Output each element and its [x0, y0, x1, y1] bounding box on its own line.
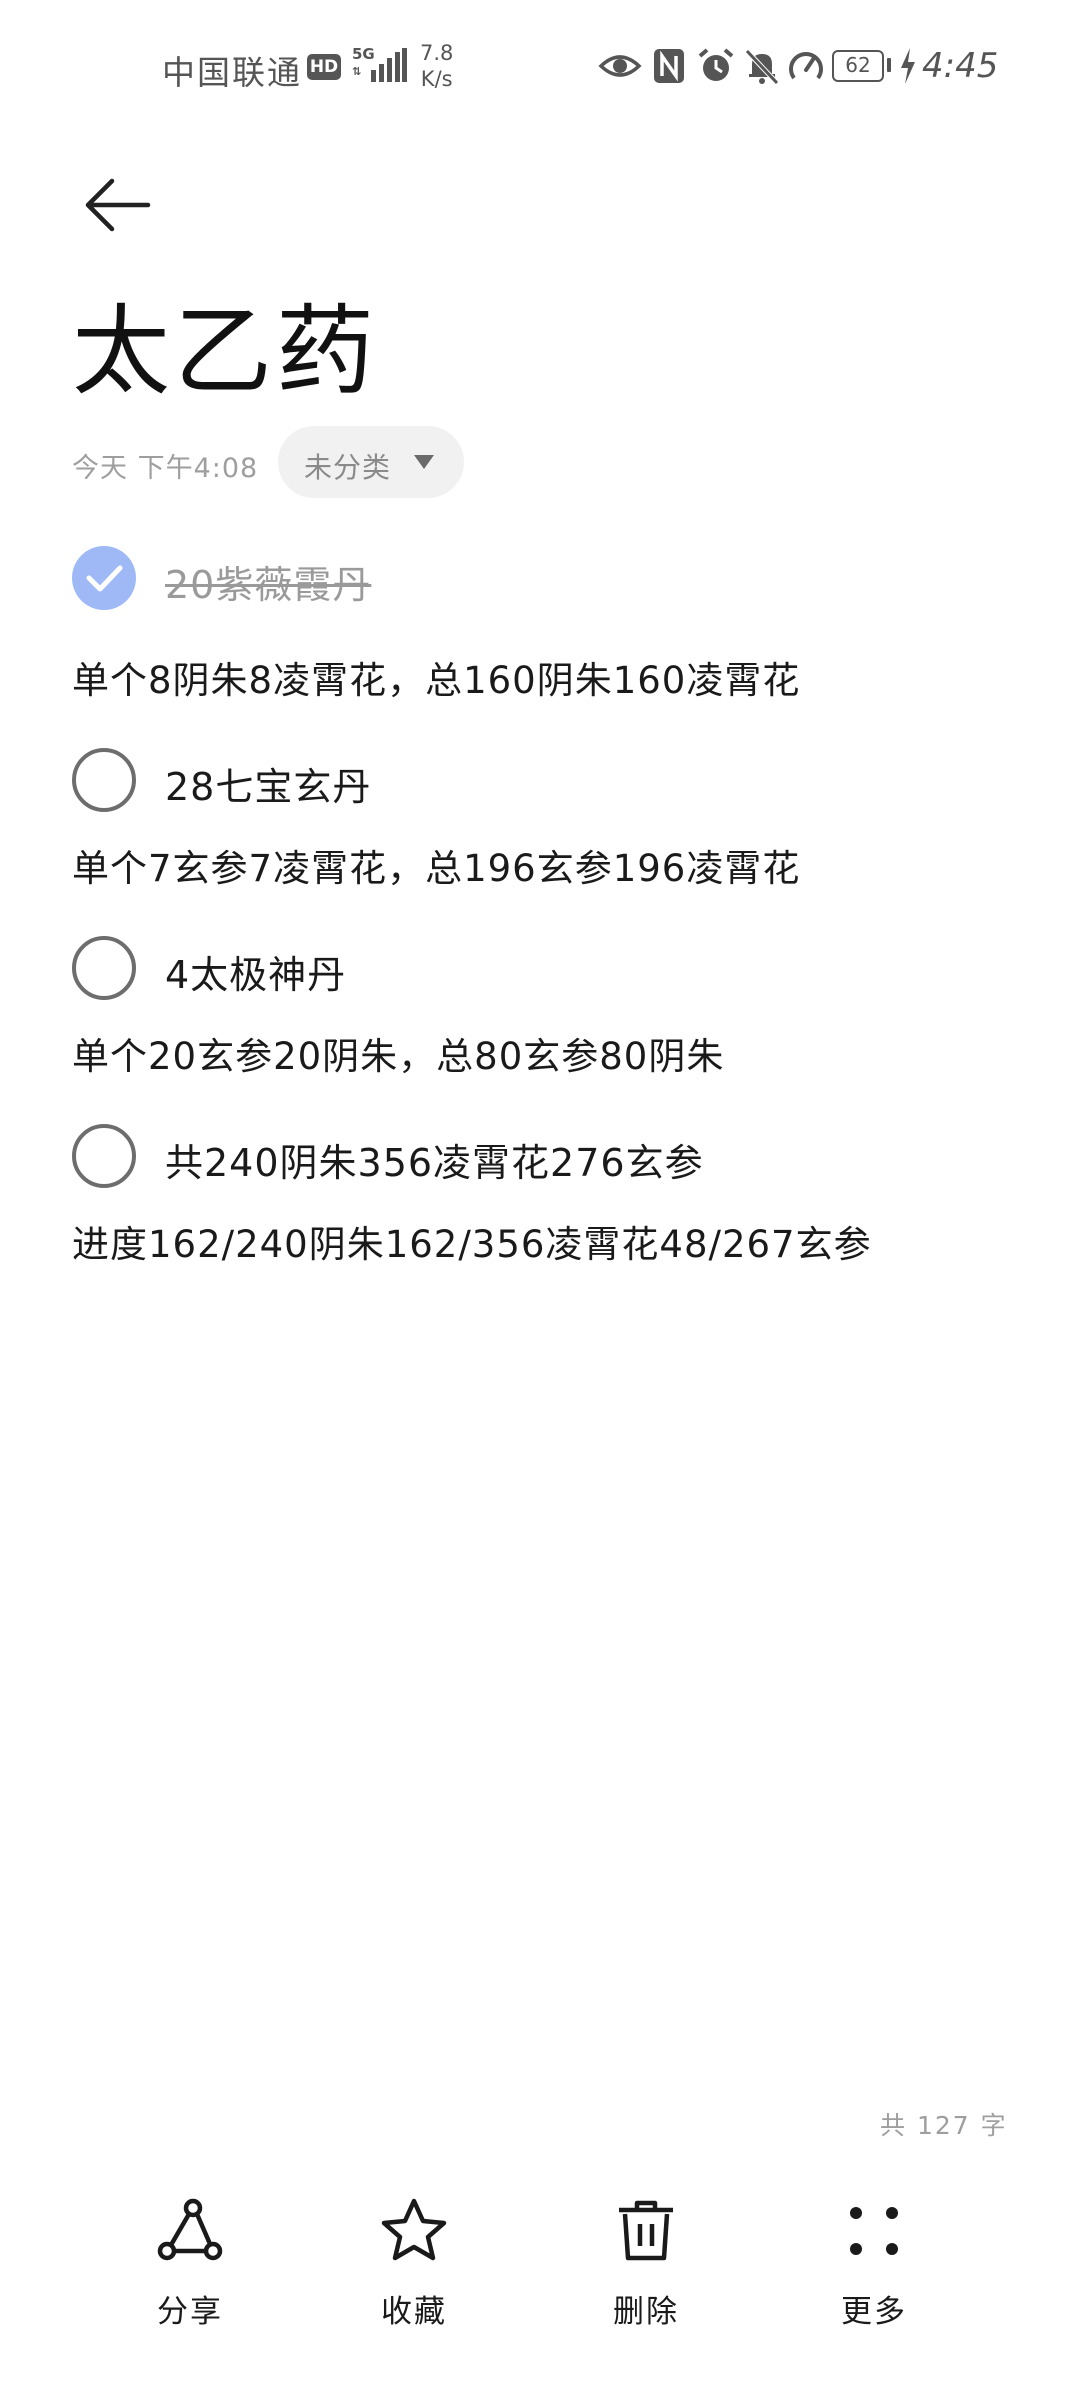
more-dots-icon — [850, 2207, 898, 2255]
carrier-name: 中国联通 — [162, 53, 302, 92]
more-button[interactable]: 更多 — [804, 2190, 944, 2370]
more-label: 更多 — [841, 2294, 907, 2330]
delete-label: 删除 — [613, 2294, 679, 2330]
note-detail-screen: 中国联通 HD 5G ⇅ 7.8 K/s 62 4:45 太乙药 今天 下午4:… — [0, 0, 1080, 2400]
hd-badge: HD — [307, 54, 341, 80]
note-date: 今天 下午4:08 — [72, 453, 259, 484]
speedometer-icon — [789, 52, 823, 80]
alarm-icon — [698, 48, 734, 81]
nfc-icon — [654, 49, 684, 83]
delete-button[interactable]: 删除 — [576, 2190, 716, 2370]
share-label: 分享 — [157, 2294, 223, 2330]
note-body-line[interactable]: 单个8阴朱8凌霄花，总160阴朱160凌霄花 — [72, 650, 800, 704]
checklist-item-text[interactable]: 20紫薇霞丹 — [165, 554, 371, 609]
back-arrow-icon — [85, 178, 151, 232]
share-icon — [157, 2198, 223, 2261]
checklist-checkbox[interactable] — [72, 936, 136, 1000]
mute-bell-icon — [745, 49, 779, 85]
caret-down-icon — [414, 455, 434, 469]
category-label: 未分类 — [304, 451, 392, 484]
note-body-line[interactable]: 单个20玄参20阴朱，总80玄参80阴朱 — [72, 1026, 724, 1080]
charging-bolt-icon — [901, 48, 915, 84]
share-button[interactable]: 分享 — [120, 2190, 260, 2370]
status-bar: 中国联通 HD 5G ⇅ 7.8 K/s 62 4:45 — [0, 0, 1080, 130]
trash-icon — [619, 2200, 673, 2261]
checklist-checkbox-checked[interactable] — [72, 546, 136, 610]
signal-arrows-icon: ⇅ — [352, 65, 362, 78]
note-title[interactable]: 太乙药 — [72, 292, 378, 412]
checklist-item-text[interactable]: 共240阴朱356凌霄花276玄参 — [165, 1132, 704, 1187]
network-speed-unit: K/s — [420, 67, 453, 91]
note-body-line[interactable]: 进度162/240阴朱162/356凌霄花48/267玄参 — [72, 1214, 872, 1268]
eye-comfort-icon — [598, 55, 642, 77]
checklist-checkbox[interactable] — [72, 748, 136, 812]
category-dropdown[interactable]: 未分类 — [278, 426, 464, 498]
note-body-line[interactable]: 单个7玄参7凌霄花，总196玄参196凌霄花 — [72, 838, 800, 892]
network-speed: 7.8 K/s — [420, 40, 453, 92]
favorite-button[interactable]: 收藏 — [344, 2190, 484, 2370]
favorite-label: 收藏 — [381, 2294, 447, 2330]
network-speed-value: 7.8 — [420, 41, 454, 65]
checklist-item-text[interactable]: 28七宝玄丹 — [165, 756, 371, 811]
battery-tip — [887, 58, 891, 72]
signal-strength-icon — [371, 48, 407, 82]
status-time: 4:45 — [922, 46, 999, 86]
battery-icon: 62 — [832, 50, 884, 82]
back-button[interactable] — [78, 165, 158, 245]
checklist-item-text[interactable]: 4太极神丹 — [165, 944, 346, 999]
checkmark-icon — [86, 565, 123, 592]
word-count: 共 127 字 — [880, 2111, 1008, 2140]
checklist-checkbox[interactable] — [72, 1124, 136, 1188]
star-icon — [381, 2198, 447, 2261]
